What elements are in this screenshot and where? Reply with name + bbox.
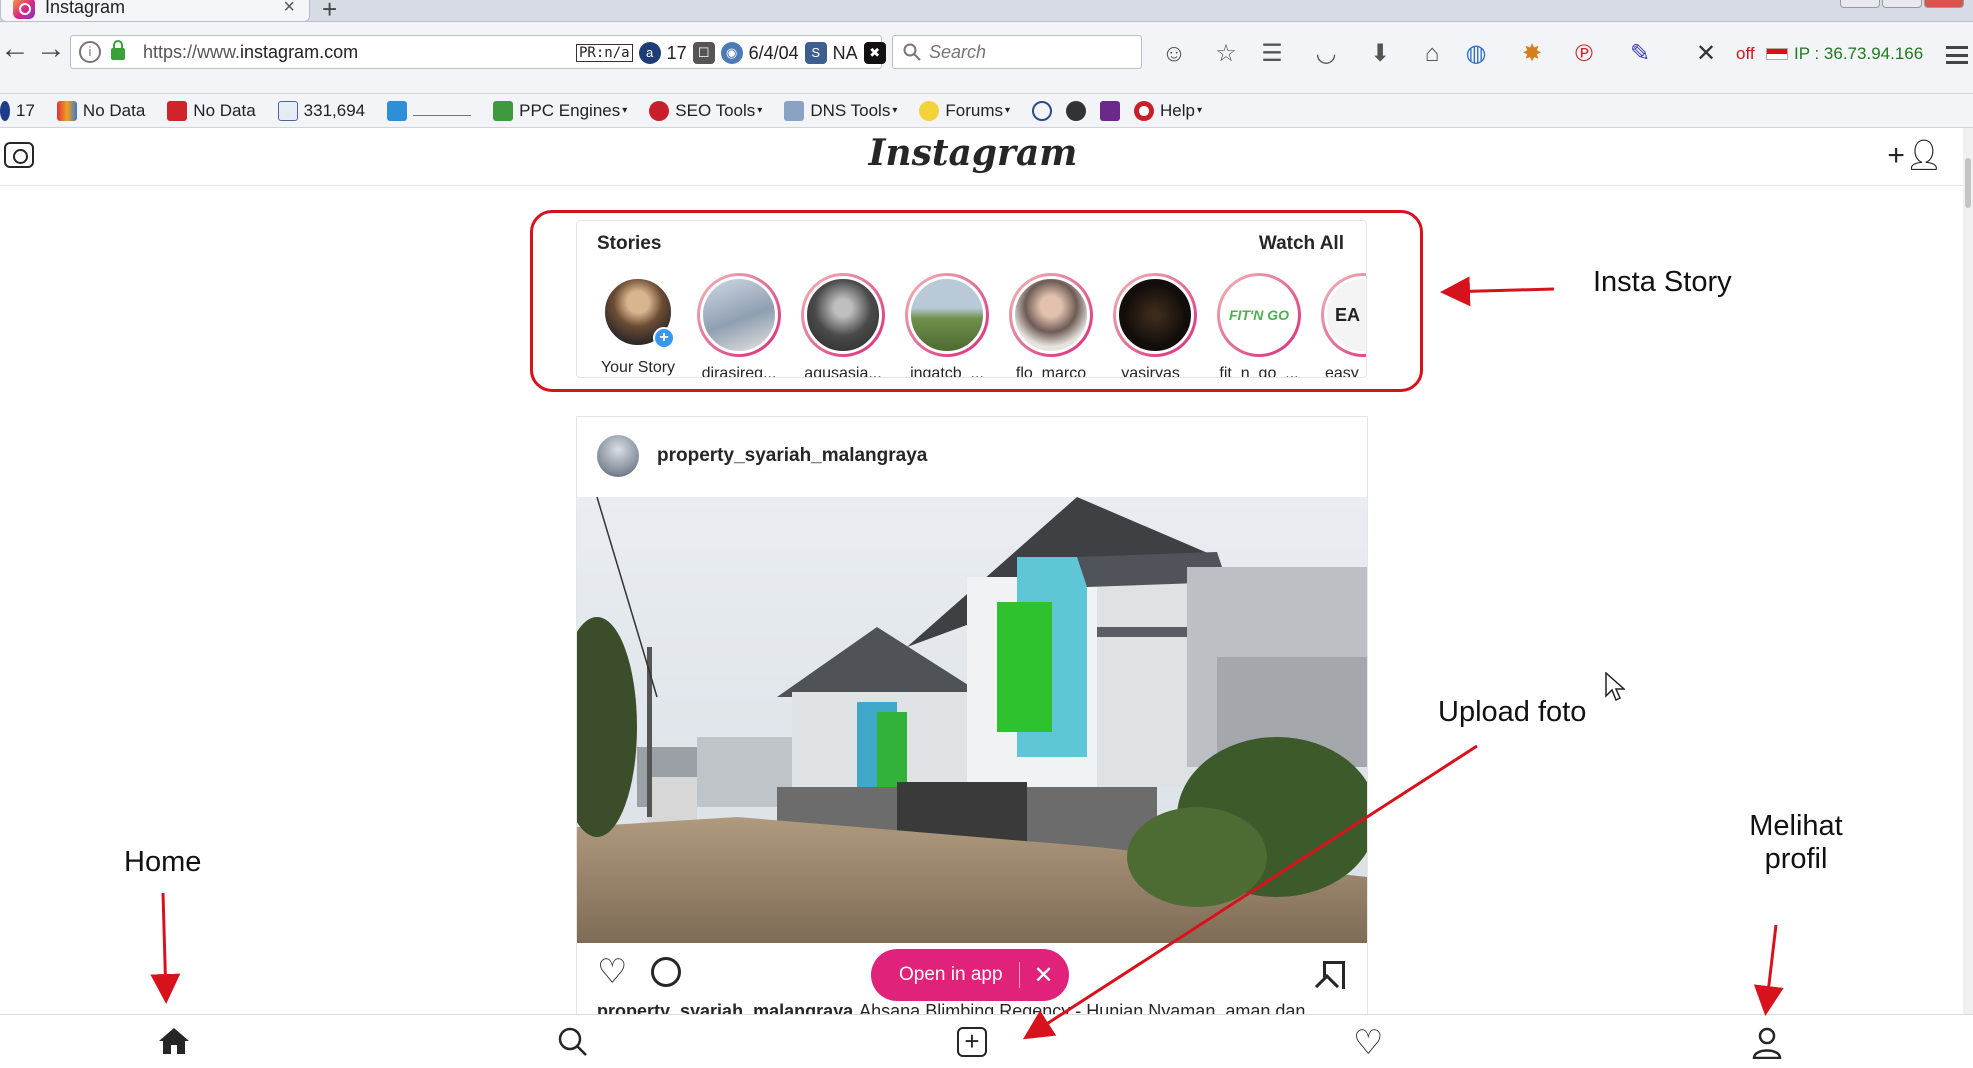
insta-story-arrow	[1440, 276, 1555, 307]
upload-foto-arrow	[1022, 744, 1478, 1040]
home-arrow	[150, 892, 181, 1004]
home-label: Home	[124, 846, 202, 878]
insta-story-label: Insta Story	[1593, 266, 1732, 298]
upload-foto-label: Upload foto	[1438, 696, 1587, 728]
melihat-profil-label: Melihat profil	[1749, 810, 1843, 875]
annotation-arrows	[150, 276, 1784, 1040]
profil-arrow	[1753, 924, 1784, 1016]
